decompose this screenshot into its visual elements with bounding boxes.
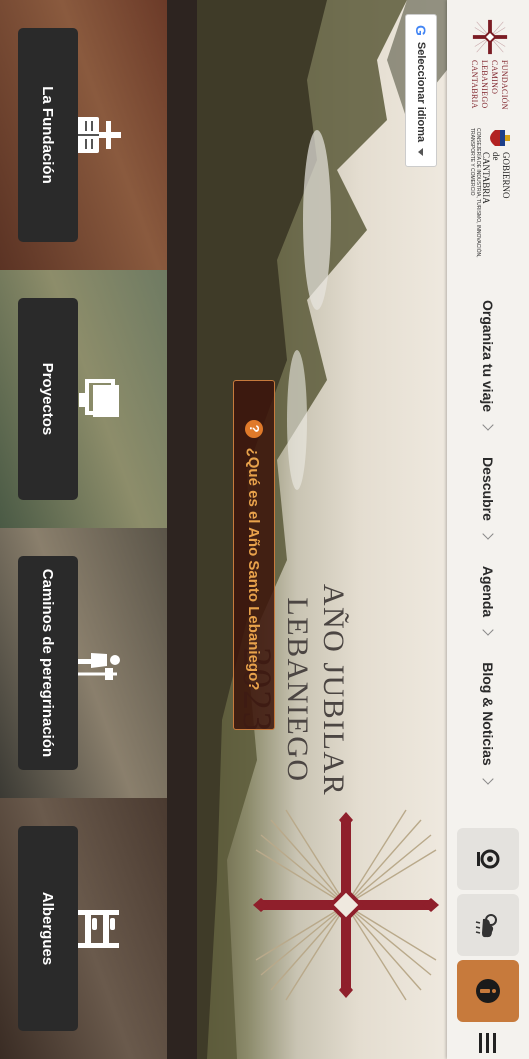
feature-cards: La Fundación Proyectos Caminos de peregr… [0,0,197,1059]
rotated-page: FUNDACIÓN CAMINO LEBANIEGO CANTABRIA GOB… [0,0,529,1059]
card-label: Proyectos [18,298,78,500]
nav-descubre[interactable]: Descubre [447,443,529,552]
card-la-fundacion[interactable]: La Fundación [0,0,167,270]
main-nav: Organiza tu viaje Descubre Agenda Blog &… [447,286,529,797]
nav-agenda[interactable]: Agenda [447,552,529,648]
jubilar-cross-emblem [253,809,439,1001]
language-select-label: Seleccionar idioma [415,41,427,143]
google-translate-icon: G [413,25,429,36]
webcam-button[interactable] [457,828,519,890]
brand-name: FUNDACIÓN CAMINO LEBANIEGO CANTABRIA [470,60,509,110]
card-label: Caminos de peregrinación [18,556,78,770]
consejeria-name: CONSEJERÍA DE INDUSTRIA, TURISMO, INNOVA… [469,128,481,258]
weather-button[interactable] [457,894,519,956]
card-albergues[interactable]: Albergues [0,798,167,1059]
projects-icon [79,379,119,417]
question-icon: ? [245,419,263,438]
info-button[interactable] [457,960,519,1022]
pilgrim-icon [77,653,120,680]
info-icon [476,979,500,1003]
chevron-down-icon [482,773,494,785]
gobierno-name: GOBIERNO de CANTABRIA [481,152,511,204]
faq-ano-santo-button[interactable]: ? ¿Qué es el Año Santo Lebaniego? [233,380,275,730]
menu-button[interactable] [457,1026,519,1059]
dropdown-arrow-icon [418,148,424,157]
bunk-bed-icon [77,909,119,948]
gobierno-cantabria-logo[interactable]: GOBIERNO de CANTABRIA CONSEJERÍA DE INDU… [459,128,515,268]
title-line-1: AÑO JUBILAR [317,583,350,797]
card-label: Albergues [18,826,78,1031]
chevron-down-icon [482,624,494,636]
card-proyectos[interactable]: Proyectos [0,270,167,528]
site-header: FUNDACIÓN CAMINO LEBANIEGO CANTABRIA GOB… [447,0,529,1059]
faq-label: ¿Qué es el Año Santo Lebaniego? [245,447,263,691]
title-line-2: LEBANIEGO [281,597,314,783]
chevron-down-icon [482,419,494,431]
card-label: La Fundación [18,28,78,242]
cantabria-shield-icon [490,130,510,146]
card-caminos-peregrinacion[interactable]: Caminos de peregrinación [0,528,167,798]
nav-organiza-tu-viaje[interactable]: Organiza tu viaje [447,286,529,443]
chevron-down-icon [482,528,494,540]
fundacion-cross-logo [472,19,508,55]
weather-icon [475,914,497,938]
webcam-icon [477,849,500,869]
language-select[interactable]: G Seleccionar idioma [405,14,437,168]
brand-logo-link[interactable]: FUNDACIÓN CAMINO LEBANIEGO CANTABRIA [453,14,521,114]
nav-blog-noticias[interactable]: Blog & Noticias [447,648,529,796]
hamburger-menu-icon [479,1032,496,1053]
